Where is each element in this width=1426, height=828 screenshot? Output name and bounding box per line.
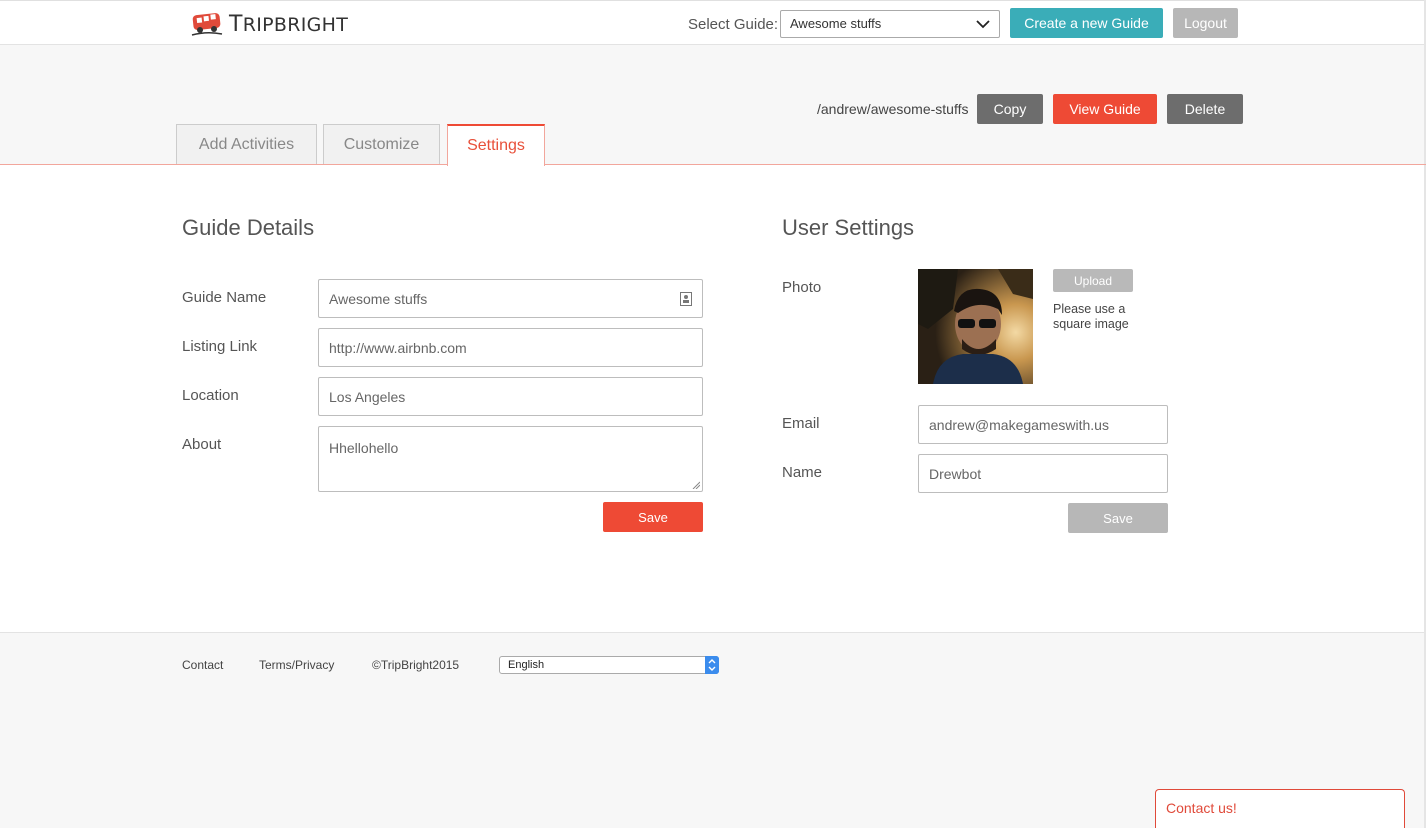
name-value: Drewbot <box>929 465 982 482</box>
footer-copyright: ©TripBright2015 <box>372 658 460 672</box>
chevron-down-icon <box>976 20 990 29</box>
location-input[interactable]: Los Angeles <box>318 377 703 416</box>
user-avatar <box>918 269 1033 384</box>
bus-icon <box>191 13 223 36</box>
guide-select-dropdown[interactable]: Awesome stuffs <box>780 10 1000 38</box>
user-save-button[interactable]: Save <box>1068 503 1168 533</box>
language-value: English <box>508 659 545 671</box>
contact-us-widget[interactable]: Contact us! <box>1155 789 1405 828</box>
guide-save-button[interactable]: Save <box>603 502 703 532</box>
name-label: Name <box>782 464 823 481</box>
email-label: Email <box>782 415 820 432</box>
create-guide-button[interactable]: Create a new Guide <box>1010 8 1163 38</box>
upload-button[interactable]: Upload <box>1053 269 1133 292</box>
guide-select-value: Awesome stuffs <box>790 16 882 31</box>
select-guide-label: Select Guide: <box>688 16 779 33</box>
logout-button[interactable]: Logout <box>1173 8 1238 38</box>
name-input[interactable]: Drewbot <box>918 454 1168 493</box>
about-value: Hhellohello <box>329 440 399 456</box>
language-select[interactable]: English <box>499 656 719 674</box>
footer-contact-link[interactable]: Contact <box>182 658 223 672</box>
location-value: Los Angeles <box>329 388 406 405</box>
guide-name-value: Awesome stuffs <box>329 290 428 307</box>
guide-name-label: Guide Name <box>182 289 267 306</box>
guide-name-input[interactable]: Awesome stuffs <box>318 279 703 318</box>
email-input[interactable]: andrew@makegameswith.us <box>918 405 1168 444</box>
email-value: andrew@makegameswith.us <box>929 416 1109 433</box>
photo-hint-text: Please use a square image <box>1053 302 1129 331</box>
about-textarea[interactable]: Hhellohello <box>318 426 703 492</box>
listing-link-input[interactable]: http://www.airbnb.com <box>318 328 703 367</box>
copy-button[interactable]: Copy <box>977 94 1043 124</box>
contact-card-icon <box>680 292 692 306</box>
location-label: Location <box>182 387 239 404</box>
tab-divider <box>0 164 1426 165</box>
guide-url: /andrew/awesome-stuffs <box>817 101 969 117</box>
top-header: TRIPBRIGHT Select Guide: Awesome stuffs … <box>0 0 1426 45</box>
tab-customize[interactable]: Customize <box>323 124 440 165</box>
select-arrows-icon <box>705 656 719 674</box>
delete-button[interactable]: Delete <box>1167 94 1243 124</box>
about-label: About <box>182 436 222 453</box>
listing-link-label: Listing Link <box>182 338 258 355</box>
listing-link-value: http://www.airbnb.com <box>329 339 467 356</box>
avatar-photo <box>918 269 1033 384</box>
guide-details-title: Guide Details <box>182 215 315 240</box>
view-guide-button[interactable]: View Guide <box>1053 94 1157 124</box>
tab-add-activities[interactable]: Add Activities <box>176 124 317 165</box>
footer-terms-link[interactable]: Terms/Privacy <box>259 658 334 672</box>
photo-label: Photo <box>782 279 822 296</box>
tab-settings[interactable]: Settings <box>447 124 545 166</box>
logo-wordmark: TRIPBRIGHT <box>229 11 349 37</box>
tripbright-logo[interactable]: TRIPBRIGHT <box>191 11 348 37</box>
resize-grip-icon[interactable] <box>692 481 700 489</box>
user-settings-title: User Settings <box>782 215 915 240</box>
